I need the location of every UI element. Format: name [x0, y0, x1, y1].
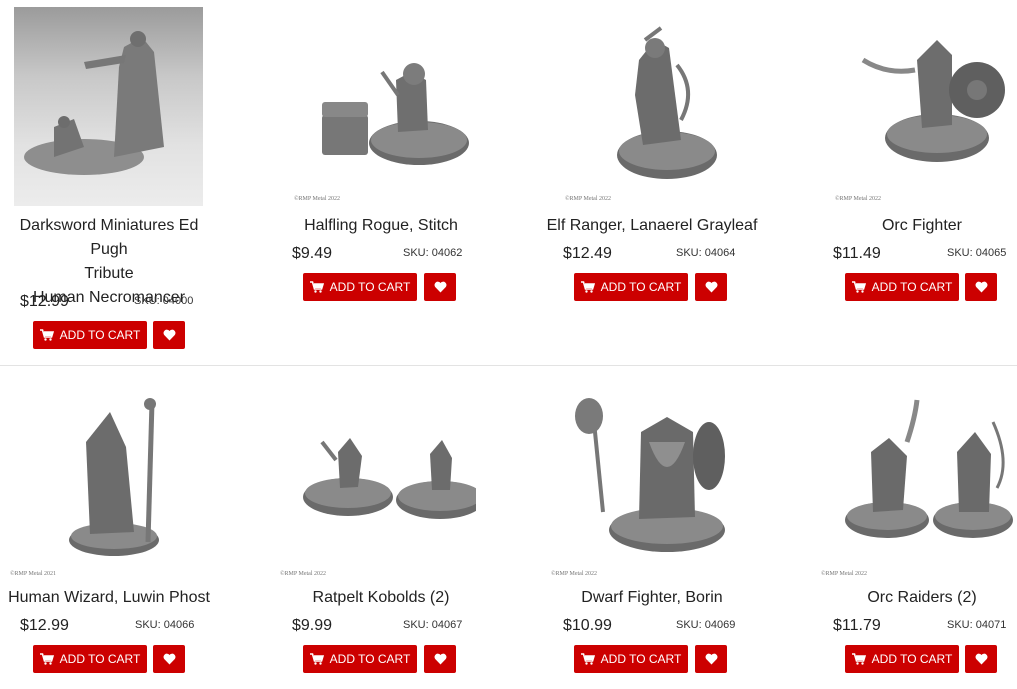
add-to-cart-label: ADD TO CART [329, 280, 411, 294]
image-copyright: ©RMP Metal 2022 [294, 196, 341, 202]
add-to-cart-label: ADD TO CART [329, 652, 411, 666]
product-card: Darksword Miniatures Ed Pugh Tribute Hum… [0, 0, 250, 360]
product-sku: SKU: 04062 [403, 247, 463, 259]
add-to-cart-label: ADD TO CART [600, 652, 682, 666]
product-image[interactable]: ©RMP Metal 2022 [286, 0, 476, 202]
row-divider [0, 365, 1017, 366]
cart-icon [309, 653, 324, 665]
cart-icon [580, 281, 595, 293]
product-image[interactable]: ©RMP Metal 2022 [827, 0, 1017, 202]
product-card: ©RMP Metal 2022 Dwarf Fighter, Borin $10… [543, 372, 793, 689]
heart-icon [975, 653, 987, 665]
product-sku: SKU: 04065 [947, 247, 1007, 259]
product-name-line[interactable]: Tribute [0, 262, 218, 286]
add-to-cart-button[interactable]: ADD TO CART [845, 645, 959, 673]
product-image[interactable]: ©RMP Metal 2022 [280, 372, 476, 577]
product-image[interactable] [14, 7, 203, 206]
add-to-cart-label: ADD TO CART [59, 652, 141, 666]
cart-icon [309, 281, 324, 293]
heart-icon [163, 329, 175, 341]
wishlist-button[interactable] [965, 645, 997, 673]
product-name[interactable]: Human Wizard, Luwin Phost [0, 586, 218, 610]
product-card: ©RMP Metal 2022 Halfling Rogue, Stitch $… [272, 0, 522, 360]
product-price: $11.49 [833, 245, 881, 262]
image-copyright: ©RMP Metal 2022 [565, 196, 612, 202]
add-to-cart-button[interactable]: ADD TO CART [303, 273, 417, 301]
add-to-cart-button[interactable]: ADD TO CART [574, 273, 688, 301]
add-to-cart-label: ADD TO CART [871, 280, 953, 294]
product-image[interactable]: ©RMP Metal 2021 [10, 372, 204, 577]
add-to-cart-label: ADD TO CART [600, 280, 682, 294]
heart-icon [434, 653, 446, 665]
image-copyright: ©RMP Metal 2022 [821, 571, 868, 577]
wishlist-button[interactable] [695, 645, 727, 673]
product-name-line[interactable]: Darksword Miniatures Ed Pugh [0, 214, 218, 262]
product-name[interactable]: Orc Fighter [813, 214, 1017, 238]
product-price: $11.79 [833, 617, 881, 634]
product-price: $12.99 [20, 617, 69, 634]
product-sku: SKU: 04071 [947, 619, 1007, 631]
product-sku: SKU: 04067 [403, 619, 463, 631]
cart-icon [39, 653, 54, 665]
add-to-cart-button[interactable]: ADD TO CART [303, 645, 417, 673]
wishlist-button[interactable] [424, 645, 456, 673]
product-sku: SKU: 04064 [676, 247, 736, 259]
product-card: ©RMP Metal 2022 Orc Fighter $11.49 SKU: … [813, 0, 1017, 360]
product-name[interactable]: Halfling Rogue, Stitch [272, 214, 490, 238]
product-name[interactable]: Ratpelt Kobolds (2) [272, 586, 490, 610]
product-price: $12.99 [20, 293, 69, 310]
product-price: $9.99 [292, 617, 333, 634]
heart-icon [705, 281, 717, 293]
heart-icon [434, 281, 446, 293]
product-price: $12.49 [563, 245, 612, 262]
add-to-cart-label: ADD TO CART [871, 652, 953, 666]
image-copyright: ©RMP Metal 2022 [551, 571, 598, 577]
add-to-cart-button[interactable]: ADD TO CART [845, 273, 959, 301]
image-copyright: ©RMP Metal 2022 [280, 571, 327, 577]
product-name[interactable]: Orc Raiders (2) [813, 586, 1017, 610]
heart-icon [163, 653, 175, 665]
image-copyright: ©RMP Metal 2022 [835, 196, 882, 202]
product-price: $10.99 [563, 617, 612, 634]
cart-icon [851, 281, 866, 293]
product-price: $9.49 [292, 245, 333, 262]
add-to-cart-button[interactable]: ADD TO CART [574, 645, 688, 673]
product-name[interactable]: Dwarf Fighter, Borin [543, 586, 761, 610]
product-card: ©RMP Metal 2022 Orc Raiders (2) $11.79 S… [813, 372, 1017, 689]
cart-icon [39, 329, 54, 341]
cart-icon [580, 653, 595, 665]
product-card: ©RMP Metal 2022 Elf Ranger, Lanaerel Gra… [543, 0, 793, 360]
product-image[interactable]: ©RMP Metal 2022 [551, 372, 747, 577]
wishlist-button[interactable] [153, 645, 185, 673]
cart-icon [851, 653, 866, 665]
add-to-cart-button[interactable]: ADD TO CART [33, 321, 147, 349]
product-image[interactable]: ©RMP Metal 2022 [557, 0, 747, 202]
wishlist-button[interactable] [695, 273, 727, 301]
wishlist-button[interactable] [965, 273, 997, 301]
add-to-cart-button[interactable]: ADD TO CART [33, 645, 147, 673]
wishlist-button[interactable] [424, 273, 456, 301]
heart-icon [705, 653, 717, 665]
product-name[interactable]: Elf Ranger, Lanaerel Grayleaf [543, 214, 761, 238]
image-copyright: ©RMP Metal 2021 [10, 571, 57, 577]
add-to-cart-label: ADD TO CART [59, 328, 141, 342]
product-sku: SKU: 04066 [135, 619, 195, 631]
product-sku: SKU: 04069 [676, 619, 736, 631]
product-card: ©RMP Metal 2021 Human Wizard, Luwin Phos… [0, 372, 250, 689]
product-image[interactable]: ©RMP Metal 2022 [821, 372, 1017, 577]
heart-icon [975, 281, 987, 293]
product-sku: SKU: 04000 [134, 295, 194, 307]
wishlist-button[interactable] [153, 321, 185, 349]
product-card: ©RMP Metal 2022 Ratpelt Kobolds (2) $9.9… [272, 372, 522, 689]
